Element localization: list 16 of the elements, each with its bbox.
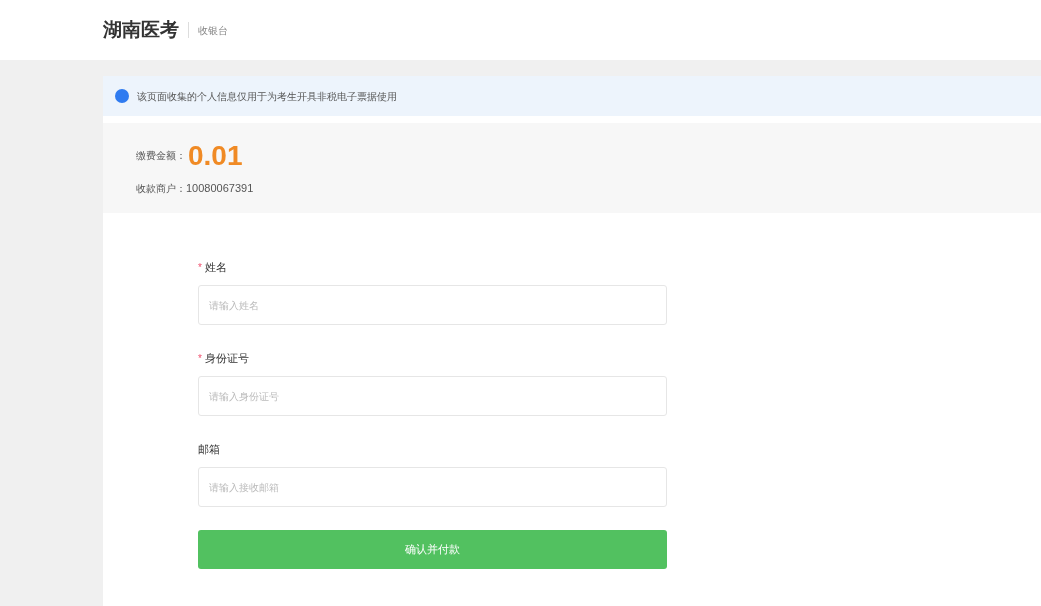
input-field[interactable]: 请输入身份证号 xyxy=(198,376,667,416)
amount-value: 0.01 xyxy=(188,139,243,172)
field-label: 姓名 xyxy=(204,259,227,275)
merchant-number: 10080067391 xyxy=(186,180,254,196)
info-dot-icon xyxy=(115,89,129,103)
input-field[interactable]: 请输入姓名 xyxy=(198,285,667,325)
merchant-label: 收款商户： xyxy=(136,181,186,196)
amount-label: 缴费金额： xyxy=(136,149,186,164)
brand-title: 湖南医考 xyxy=(103,17,179,42)
field-label: 邮箱 xyxy=(198,441,220,457)
field-label: 身份证号 xyxy=(204,350,249,366)
required-asterisk: * xyxy=(198,260,202,275)
required-asterisk: * xyxy=(198,351,202,366)
notice-text: 该页面收集的个人信息仅用于为考生开具非税电子票据使用 xyxy=(137,89,397,104)
page-subtitle: 收银台 xyxy=(198,23,228,38)
confirm-pay-button[interactable]: 确认并付款 xyxy=(198,530,667,569)
